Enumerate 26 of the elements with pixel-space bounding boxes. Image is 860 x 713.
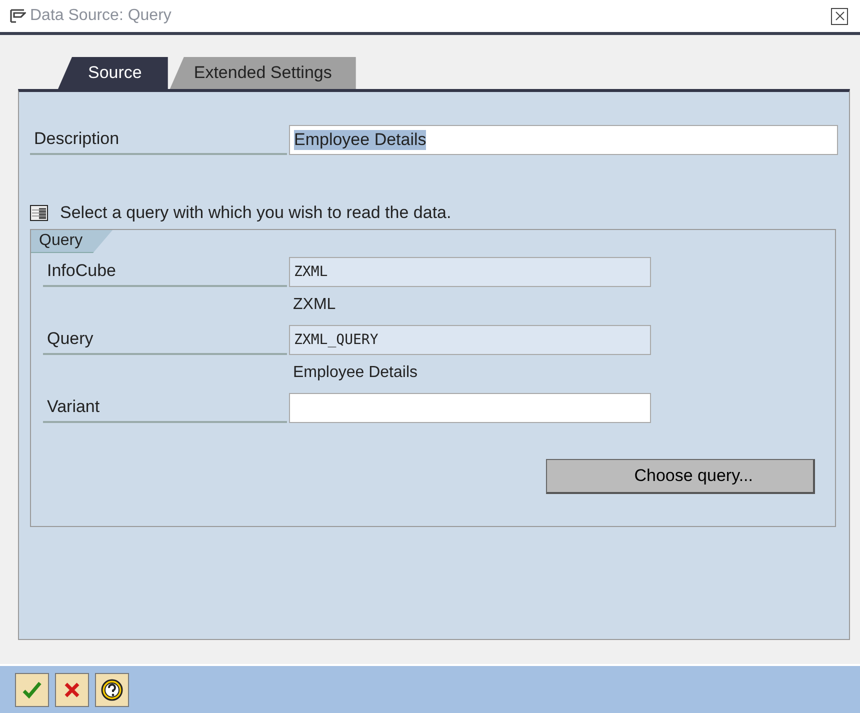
choose-query-button[interactable]: Choose query... (546, 459, 815, 494)
table-icon (30, 205, 48, 221)
group-title: Query (31, 230, 113, 253)
help-icon (101, 678, 123, 700)
field-label: InfoCube (43, 257, 287, 287)
cross-icon (64, 682, 80, 698)
readonly-field: ZXML_QUERY (289, 325, 651, 355)
help-button[interactable] (95, 672, 129, 706)
close-button[interactable] (831, 8, 848, 24)
hint-text: Select a query with which you wish to read the data. (60, 202, 452, 224)
close-icon (834, 11, 844, 21)
cancel-button[interactable] (55, 672, 89, 706)
input-field[interactable] (289, 393, 651, 423)
checkmark-icon (22, 680, 42, 698)
confirm-button[interactable] (15, 672, 49, 706)
tab[interactable]: Extended Settings (170, 57, 356, 89)
window-title: Data Source: Query (30, 7, 172, 25)
field-label: Description (30, 125, 287, 155)
description-text: Employee Details (293, 364, 418, 382)
field-label: Query (43, 325, 287, 355)
field-label: Variant (43, 393, 287, 423)
description-text: ZXML (293, 296, 336, 314)
window-icon (10, 9, 26, 23)
readonly-field: ZXML (289, 257, 651, 287)
description-field[interactable]: Employee Details (289, 125, 838, 155)
tab[interactable]: Source (58, 57, 168, 89)
